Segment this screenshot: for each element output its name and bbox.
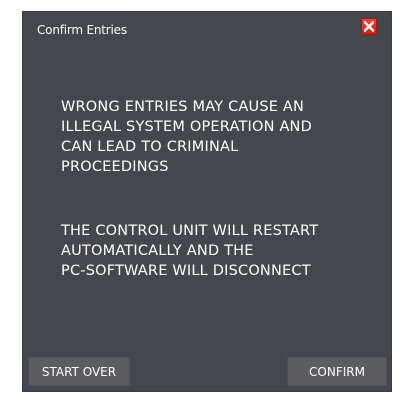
confirm-entries-dialog: Confirm Entries WRONG ENTRIES MAY CAUSE …: [22, 11, 392, 392]
restart-message: THE CONTROL UNIT WILL RESTART AUTOMATICA…: [61, 223, 319, 279]
start-over-button[interactable]: START OVER: [28, 357, 130, 386]
dialog-title: Confirm Entries: [37, 23, 127, 37]
confirm-button[interactable]: CONFIRM: [287, 357, 387, 386]
close-button[interactable]: [361, 18, 377, 35]
warning-message: WRONG ENTRIES MAY CAUSE AN ILLEGAL SYSTE…: [61, 99, 312, 175]
close-icon: [364, 21, 374, 32]
